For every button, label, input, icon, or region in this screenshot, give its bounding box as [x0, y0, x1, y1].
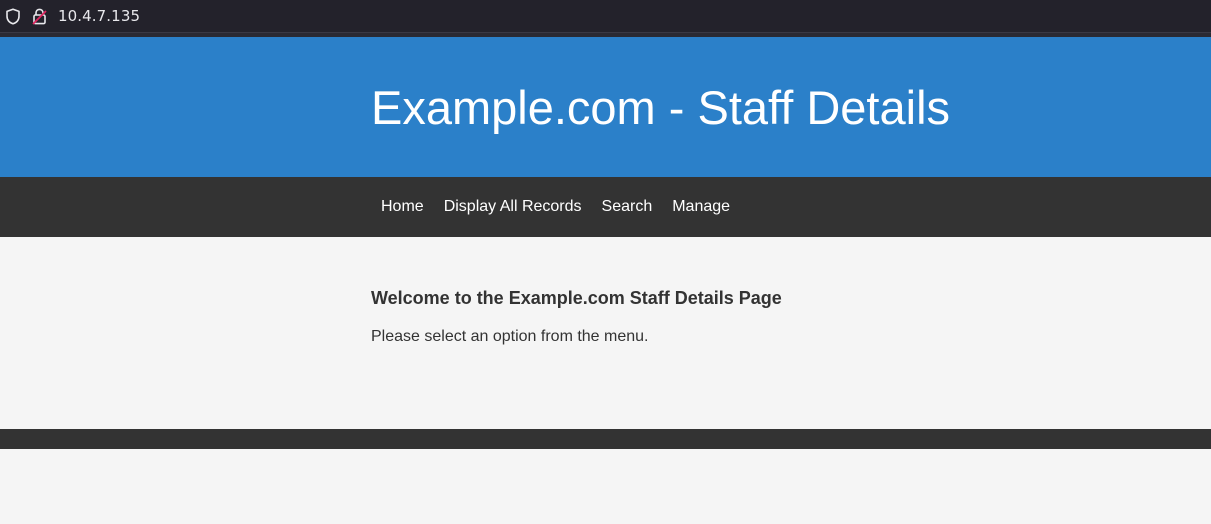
nav-item-manage[interactable]: Manage	[672, 197, 730, 217]
page-background	[0, 449, 1211, 524]
nav-item-home[interactable]: Home	[381, 197, 424, 217]
site-footer	[0, 429, 1211, 449]
welcome-heading: Welcome to the Example.com Staff Details…	[371, 288, 782, 308]
insecure-lock-icon[interactable]	[32, 8, 47, 25]
shield-icon[interactable]	[5, 8, 21, 25]
site-title: Example.com - Staff Details	[371, 81, 951, 134]
nav-menu: Home Display All Records Search Manage	[371, 177, 750, 237]
url-text[interactable]: 10.4.7.135	[58, 7, 140, 25]
nav-item-search[interactable]: Search	[602, 197, 653, 217]
main-nav: Home Display All Records Search Manage	[0, 177, 1211, 237]
browser-url-bar[interactable]: 10.4.7.135	[0, 0, 1211, 33]
instruction-text: Please select an option from the menu.	[371, 328, 649, 345]
site-header: Example.com - Staff Details	[0, 37, 1211, 177]
main-content: Welcome to the Example.com Staff Details…	[0, 237, 1211, 429]
nav-item-display-all-records[interactable]: Display All Records	[444, 197, 582, 217]
